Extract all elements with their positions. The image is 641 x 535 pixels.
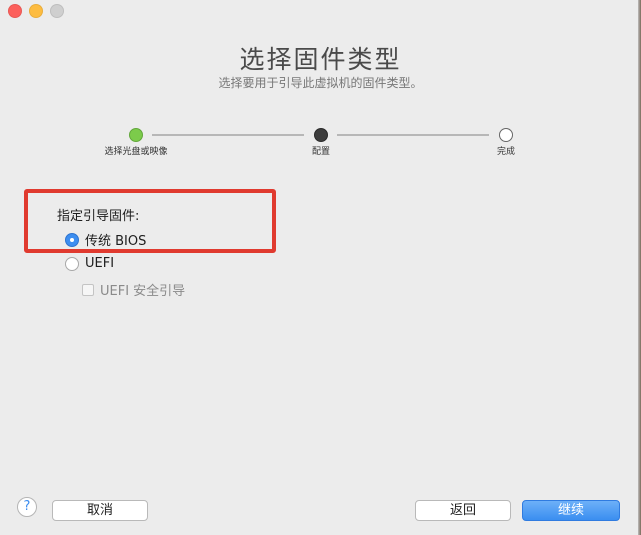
continue-button[interactable]: 继续 (522, 500, 620, 521)
page-subtitle: 选择要用于引导此虚拟机的固件类型。 (218, 76, 423, 90)
help-button[interactable]: ? (17, 497, 37, 517)
firmware-type-dialog: 选择固件类型 选择要用于引导此虚拟机的固件类型。 选择光盘或映像 配置 完成 指… (0, 0, 641, 535)
radio-legacy-bios-label: 传统 BIOS (85, 234, 147, 249)
step-current-icon (314, 128, 328, 142)
uefi-secure-boot-label: UEFI 安全引导 (100, 284, 186, 299)
page-title: 选择固件类型 (239, 45, 402, 74)
step-pending-icon (499, 128, 513, 142)
radio-uefi[interactable]: UEFI (65, 256, 114, 271)
radio-unselected-icon[interactable] (65, 256, 79, 271)
radio-selected-icon[interactable] (65, 232, 79, 247)
cancel-button[interactable]: 取消 (52, 500, 148, 521)
step-complete-icon (129, 128, 143, 142)
close-window-button[interactable] (8, 4, 22, 18)
zoom-window-button[interactable] (50, 4, 64, 18)
window-controls (8, 4, 64, 18)
step-connector (337, 134, 489, 136)
back-button[interactable]: 返回 (415, 500, 511, 521)
checkbox-icon[interactable] (82, 283, 94, 296)
uefi-secure-boot-checkbox[interactable]: UEFI 安全引导 (82, 280, 185, 299)
step-connector (152, 134, 304, 136)
boot-firmware-label: 指定引导固件: (57, 209, 140, 224)
step-label-configure: 配置 (311, 147, 330, 157)
minimize-window-button[interactable] (29, 4, 43, 18)
step-label-select-disc: 选择光盘或映像 (104, 147, 168, 157)
step-label-finish: 完成 (496, 147, 515, 157)
radio-uefi-label: UEFI (85, 256, 115, 271)
step-progress: 选择光盘或映像 配置 完成 (0, 128, 641, 168)
radio-legacy-bios[interactable]: 传统 BIOS (65, 230, 146, 249)
